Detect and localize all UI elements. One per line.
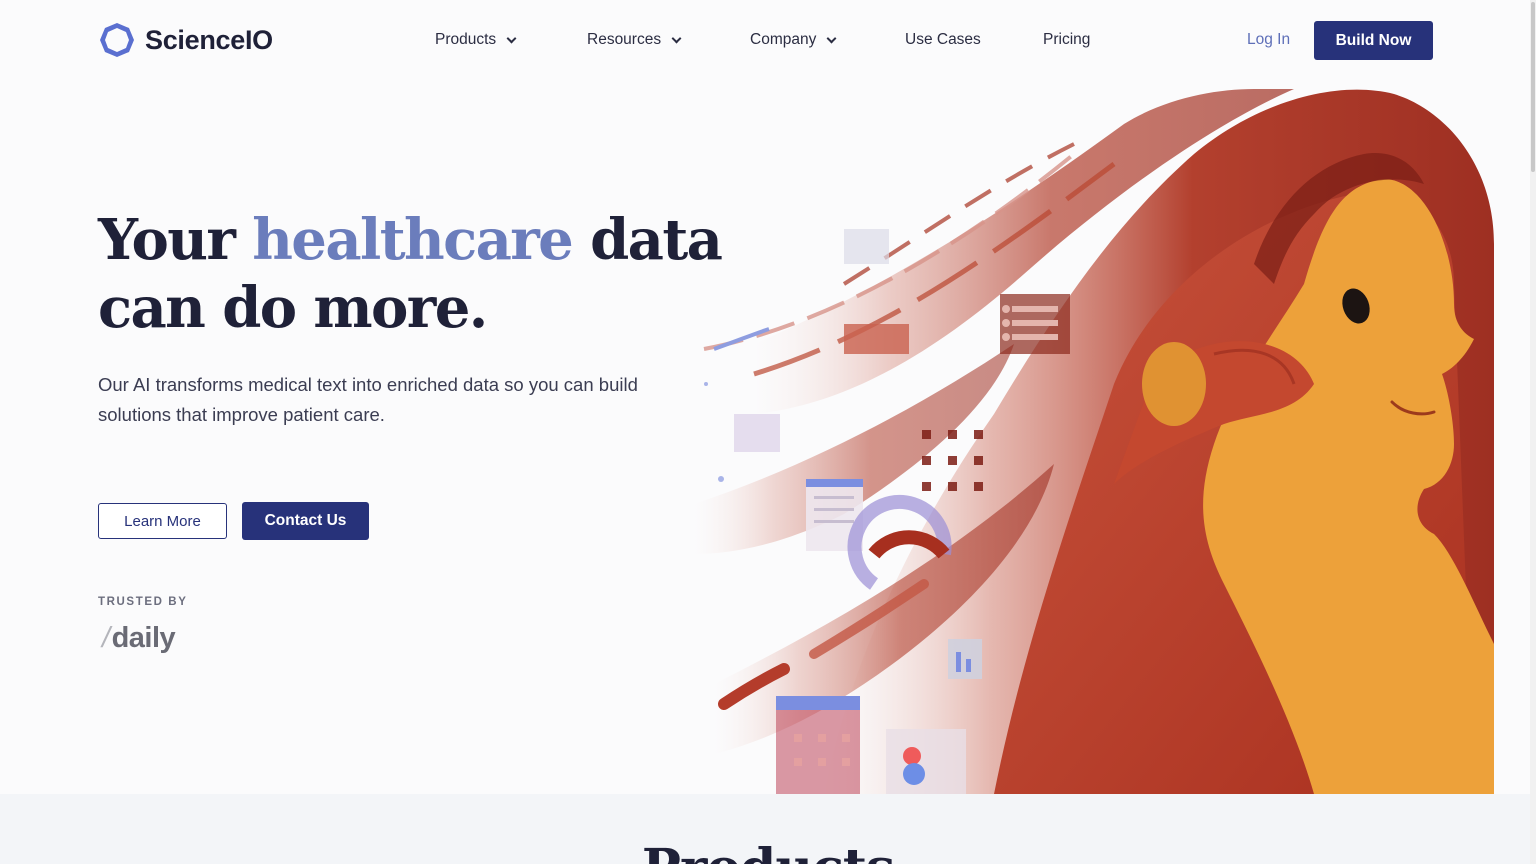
page-scrollbar[interactable] (1530, 0, 1536, 864)
hero-title-part1: Your (98, 207, 253, 273)
chevron-down-icon (506, 33, 517, 43)
scienceio-logo-icon (100, 23, 134, 57)
nav-pricing-label: Pricing (1043, 31, 1091, 48)
logo-text: ScienceIO (145, 24, 273, 55)
build-now-button[interactable]: Build Now (1314, 21, 1433, 60)
logo[interactable]: ScienceIO (98, 21, 273, 59)
chevron-down-icon (671, 33, 682, 43)
nav-products-label: Products (435, 31, 497, 48)
nav-use-cases-label: Use Cases (905, 31, 981, 48)
site-header: ScienceIO Products Resources Company Use… (0, 0, 1536, 82)
trusted-by-label: TRUSTED BY (98, 596, 188, 608)
nav-resources[interactable]: Resources (587, 31, 682, 49)
contact-us-button[interactable]: Contact Us (242, 502, 369, 540)
login-link[interactable]: Log In (1247, 31, 1290, 49)
chevron-down-icon (826, 33, 837, 43)
woman-profile-illustration (694, 89, 1494, 794)
daily-logo-slash: / (102, 622, 110, 654)
hero-title: Your healthcare data can do more. (98, 206, 758, 342)
products-section-title: Products (0, 838, 1536, 864)
daily-logo: /daily (102, 622, 176, 655)
nav-pricing[interactable]: Pricing (1043, 31, 1090, 49)
scrollbar-thumb[interactable] (1531, 2, 1535, 172)
nav-resources-label: Resources (587, 31, 662, 48)
hero-illustration (694, 84, 1494, 794)
nav-products[interactable]: Products (435, 31, 517, 49)
learn-more-button[interactable]: Learn More (98, 503, 227, 539)
hero-title-accent: healthcare (252, 207, 574, 273)
nav-company-label: Company (750, 31, 817, 48)
hero-subtitle: Our AI transforms medical text into enri… (98, 374, 638, 425)
nav-company[interactable]: Company (750, 31, 837, 49)
daily-logo-text: daily (111, 622, 176, 654)
nav-use-cases[interactable]: Use Cases (905, 31, 981, 49)
products-section: Products (0, 794, 1536, 864)
